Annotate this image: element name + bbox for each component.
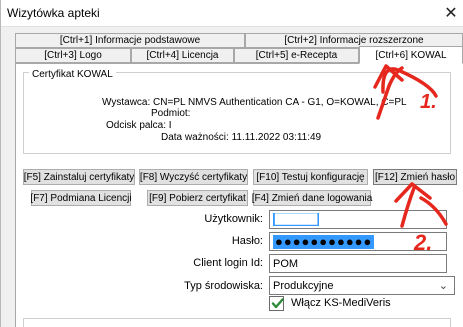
window-title: Wizytówka apteki xyxy=(7,6,100,20)
certificate-fingerprint: Odcisk palca: I xyxy=(106,120,172,131)
password-input[interactable]: ●●●●●●●●●●● xyxy=(269,232,447,251)
tab-e-prescription[interactable]: [Ctrl+5] e-Recepta xyxy=(234,48,359,63)
pharmacy-card-window: Wizytówka apteki ✕ [Ctrl+1] Informacje p… xyxy=(0,0,463,327)
environment-select[interactable]: Produkcyjne ⌄ xyxy=(269,276,455,295)
certificate-legend: Certyfikat KOWAL xyxy=(29,69,116,80)
chevron-down-icon: ⌄ xyxy=(438,280,448,292)
client-login-value: POM xyxy=(273,257,299,270)
close-icon[interactable]: ✕ xyxy=(438,0,463,26)
certificate-validity: Data ważności: 11.11.2022 03:11:49 xyxy=(161,132,322,143)
change-password-button[interactable]: [F12] Zmień hasło xyxy=(373,169,457,185)
replace-license-button[interactable]: [F7] Podmiana Licencji xyxy=(30,190,132,206)
certificate-issuer: Wystawca: CN=PL NMVS Authentication CA -… xyxy=(102,97,407,108)
mediveris-checkbox[interactable] xyxy=(269,296,284,311)
certificate-subject: Podmiot: xyxy=(151,108,191,119)
tab-logo[interactable]: [Ctrl+3] Logo xyxy=(15,48,131,63)
change-login-data-button[interactable]: [F4] Zmień dane logowania xyxy=(252,190,372,206)
clear-certificates-button[interactable]: [F8] Wyczyść certyfikaty xyxy=(139,169,248,185)
test-configuration-button[interactable]: [F10] Testuj konfigurację xyxy=(253,169,368,185)
client-login-input[interactable]: POM xyxy=(269,254,447,273)
environment-label: Typ środowiska: xyxy=(184,280,263,292)
mediveris-label: Włącz KS-MediVeris xyxy=(291,297,391,309)
title-bar: Wizytówka apteki ✕ xyxy=(1,0,463,27)
password-label: Hasło: xyxy=(231,235,263,247)
tab-license[interactable]: [Ctrl+4] Licencja xyxy=(131,48,234,63)
password-input-value: ●●●●●●●●●●● xyxy=(273,233,375,249)
install-certificates-button[interactable]: [F5] Zainstaluj certyfikaty xyxy=(23,169,135,185)
user-label: Użytkownik: xyxy=(204,213,263,225)
client-login-label: Client login Id: xyxy=(193,257,263,269)
environment-value: Produkcyjne xyxy=(273,279,334,292)
check-icon xyxy=(271,298,284,309)
bottom-groupbox xyxy=(23,318,451,327)
user-input-value: ▇▇▇▇▇ xyxy=(273,213,320,226)
tab-kowal[interactable]: [Ctrl+6] KOWAL xyxy=(359,46,463,64)
tab-basic-info[interactable]: [Ctrl+1] Informacje podstawowe xyxy=(15,33,245,48)
download-certificate-button[interactable]: [F9] Pobierz certyfikat xyxy=(147,190,248,206)
user-input[interactable]: ▇▇▇▇▇ xyxy=(269,210,447,229)
